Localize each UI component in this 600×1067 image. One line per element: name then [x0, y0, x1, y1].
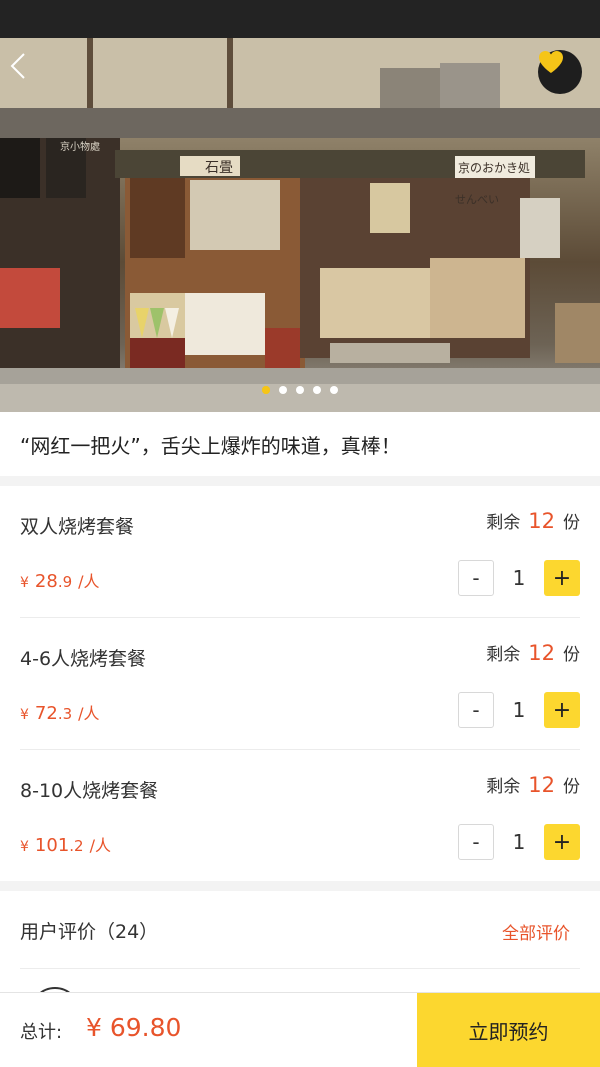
- price-integer: 101: [34, 835, 70, 856]
- page: 石畳 京のおかき処 せんべい 京小物處 “网红一把火”，舌尖上爆炸的味道，真棒！…: [0, 0, 600, 1067]
- remaining-prefix: 剩余: [486, 645, 521, 665]
- price-unit: /人: [89, 836, 111, 855]
- price-decimal: .2: [69, 837, 84, 855]
- package-name: 双人烧烤套餐: [20, 516, 135, 538]
- status-bar: [0, 0, 600, 38]
- package-price: ¥ 101 .2 /人: [20, 832, 111, 856]
- currency-symbol: ¥: [20, 707, 29, 723]
- book-now-button[interactable]: 立即预约: [417, 993, 600, 1067]
- decrease-button[interactable]: -: [458, 692, 494, 728]
- price-decimal: .9: [57, 573, 73, 591]
- slogan: “网红一把火”，舌尖上爆炸的味道，真棒！: [0, 412, 600, 476]
- remaining-number: 12: [528, 773, 555, 797]
- remaining-number: 12: [528, 509, 555, 533]
- package-item: 8-10人烧烤套餐 剩余 12 份 ¥ 101 .2 /人 - 1 +: [20, 750, 580, 882]
- remaining-count: 剩余 12 份: [486, 508, 580, 533]
- package-list: 双人烧烤套餐 剩余 12 份 ¥ 28 .9 /人 - 1 + 4-6人烧烤套餐…: [0, 486, 600, 881]
- bottom-bar: 总计: ¥ 69.80 立即预约: [0, 992, 600, 1067]
- remaining-prefix: 剩余: [486, 777, 521, 797]
- carousel-dots: [0, 386, 600, 394]
- chevron-left-icon: [10, 53, 25, 79]
- package-item: 双人烧烤套餐 剩余 12 份 ¥ 28 .9 /人 - 1 +: [20, 486, 580, 618]
- package-price: ¥ 72 .3 /人: [20, 700, 100, 724]
- back-button[interactable]: [10, 52, 44, 86]
- package-name: 4-6人烧烤套餐: [20, 648, 147, 670]
- package-item: 4-6人烧烤套餐 剩余 12 份 ¥ 72 .3 /人 - 1 +: [20, 618, 580, 750]
- quantity-value: 1: [512, 830, 526, 854]
- remaining-suffix: 份: [563, 645, 580, 665]
- heart-icon: [539, 51, 563, 73]
- currency-symbol: ¥: [20, 575, 29, 591]
- quantity-value: 1: [512, 566, 526, 590]
- carousel-dot[interactable]: [279, 386, 287, 394]
- hero-carousel[interactable]: 石畳 京のおかき処 せんべい 京小物處: [0, 38, 600, 412]
- reviews-title: 用户评价（24）: [20, 921, 159, 943]
- total-label: 总计:: [20, 1022, 63, 1043]
- remaining-count: 剩余 12 份: [486, 640, 580, 665]
- all-reviews-link[interactable]: 全部评价: [502, 919, 570, 944]
- price-unit: /人: [78, 704, 100, 723]
- increase-button[interactable]: +: [544, 560, 580, 596]
- quantity-stepper: - 1 +: [458, 692, 580, 728]
- remaining-suffix: 份: [563, 777, 580, 797]
- carousel-dot[interactable]: [296, 386, 304, 394]
- currency-symbol: ¥: [20, 839, 29, 855]
- package-name: 8-10人烧烤套餐: [20, 780, 159, 802]
- quantity-value: 1: [512, 698, 526, 722]
- sign-text-okaki: 京のおかき処: [458, 161, 530, 175]
- price-integer: 72: [34, 703, 58, 724]
- increase-button[interactable]: +: [544, 692, 580, 728]
- remaining-suffix: 份: [563, 513, 580, 533]
- carousel-dot[interactable]: [330, 386, 338, 394]
- sign-text-ishidatami: 石畳: [205, 161, 233, 176]
- total-value: ¥ 69.80: [86, 1013, 182, 1042]
- remaining-count: 剩余 12 份: [486, 772, 580, 797]
- carousel-dot[interactable]: [262, 386, 270, 394]
- quantity-stepper: - 1 +: [458, 560, 580, 596]
- shop-photo: 石畳 京のおかき処 せんべい 京小物處: [0, 38, 600, 412]
- sign-text-senbei: せんべい: [455, 193, 499, 206]
- price-integer: 28: [34, 571, 58, 592]
- increase-button[interactable]: +: [544, 824, 580, 860]
- favorite-button[interactable]: [538, 50, 582, 94]
- price-decimal: .3: [57, 705, 73, 723]
- quantity-stepper: - 1 +: [458, 824, 580, 860]
- sign-text-left: 京小物處: [60, 140, 100, 153]
- remaining-prefix: 剩余: [486, 513, 521, 533]
- remaining-number: 12: [528, 641, 555, 665]
- reviews-header: 用户评价（24） 全部评价: [20, 891, 580, 969]
- price-unit: /人: [78, 572, 100, 591]
- decrease-button[interactable]: -: [458, 824, 494, 860]
- package-price: ¥ 28 .9 /人: [20, 568, 100, 592]
- decrease-button[interactable]: -: [458, 560, 494, 596]
- carousel-dot[interactable]: [313, 386, 321, 394]
